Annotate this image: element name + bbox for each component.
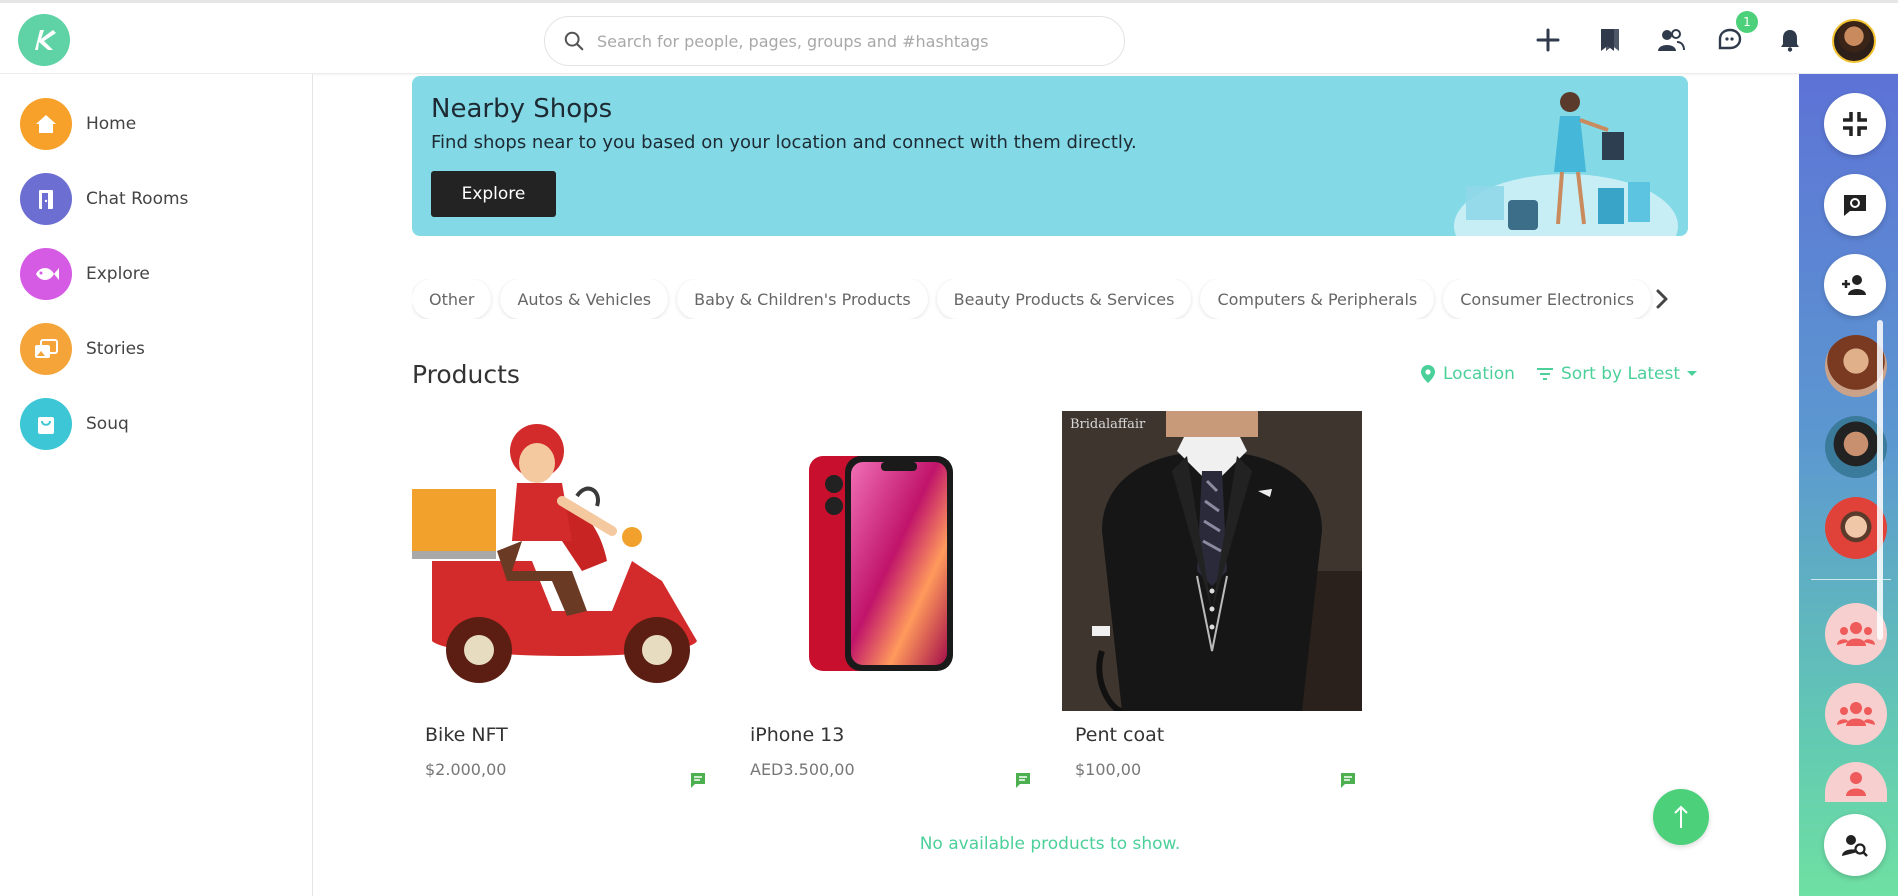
products-title: Products — [412, 360, 520, 389]
product-price: AED3.500,00 — [750, 760, 855, 779]
chat-icon[interactable] — [1014, 771, 1032, 789]
arrow-up-icon — [1674, 805, 1688, 828]
plus-icon — [1536, 28, 1560, 52]
category-pill[interactable]: Baby & Children's Products — [677, 279, 928, 319]
category-pill[interactable]: Autos & Vehicles — [500, 279, 669, 319]
sidebar-item-label: Stories — [86, 339, 145, 359]
scroll-to-top-button[interactable] — [1653, 789, 1709, 845]
search-input[interactable] — [597, 31, 1097, 51]
left-sidebar: Home Chat Rooms Explore Stories Souq — [0, 74, 313, 896]
category-next-button[interactable] — [1649, 286, 1675, 312]
category-pill[interactable]: Beauty Products & Services — [936, 279, 1192, 319]
chat-icon[interactable] — [689, 771, 707, 789]
group-icon — [1837, 702, 1875, 726]
sidebar-item-label: Souq — [86, 414, 129, 434]
sidebar-item-label: Home — [86, 114, 137, 134]
sidebar-item-label: Chat Rooms — [86, 189, 189, 209]
messages-button[interactable]: 1 — [1716, 11, 1758, 55]
empty-products-message: No available products to show. — [919, 834, 1181, 854]
saved-button[interactable] — [1595, 25, 1625, 55]
sidebar-item-stories[interactable]: Stories — [20, 323, 145, 375]
notifications-button[interactable] — [1775, 25, 1805, 55]
rail-scrollbar[interactable] — [1877, 320, 1883, 640]
shopping-illustration — [1454, 92, 1678, 236]
friends-button[interactable] — [1656, 25, 1686, 55]
product-name[interactable]: Bike NFT — [425, 724, 508, 746]
location-label: Location — [1443, 364, 1515, 384]
group-chat-avatar[interactable] — [1825, 762, 1887, 802]
banner-title: Nearby Shops — [431, 94, 613, 124]
chat-settings-icon — [1844, 195, 1866, 216]
collapse-button[interactable] — [1824, 93, 1886, 155]
top-bar: 1 — [0, 0, 1898, 74]
iphone-image[interactable] — [737, 411, 1037, 711]
group-icon — [1846, 772, 1866, 796]
product-price: $100,00 — [1075, 760, 1142, 779]
scooter-delivery-image[interactable] — [412, 411, 712, 711]
image-watermark: Bridalaffair — [1070, 417, 1146, 432]
fish-icon — [20, 248, 72, 300]
sidebar-item-label: Explore — [86, 264, 150, 284]
product-card[interactable]: iPhone 13 AED3.500,00 — [737, 411, 1037, 791]
search-users-button[interactable] — [1824, 814, 1886, 876]
product-name[interactable]: iPhone 13 — [750, 724, 844, 746]
user-search-icon — [1842, 835, 1868, 857]
product-price: $2.000,00 — [425, 760, 507, 779]
chevron-right-icon — [1656, 289, 1668, 309]
door-icon — [20, 173, 72, 225]
product-card[interactable]: Bridalaffair Pent coat $100,00 — [1062, 411, 1362, 791]
sidebar-item-chat-rooms[interactable]: Chat Rooms — [20, 173, 188, 225]
chat-settings-button[interactable] — [1824, 174, 1886, 236]
location-filter[interactable]: Location — [1420, 364, 1515, 384]
suit-image[interactable]: Bridalaffair — [1062, 411, 1362, 711]
sidebar-item-home[interactable]: Home — [20, 98, 136, 150]
search-icon — [564, 31, 584, 51]
product-card[interactable]: Bike NFT $2.000,00 — [412, 411, 712, 791]
bookmark-icon — [1601, 29, 1619, 51]
gallery-icon — [20, 323, 72, 375]
add-user-icon — [1842, 275, 1866, 295]
sort-dropdown[interactable]: Sort by Latest — [1536, 364, 1698, 384]
app-logo[interactable] — [18, 14, 70, 66]
group-icon — [1837, 622, 1875, 646]
right-rail — [1799, 74, 1898, 896]
category-pill[interactable]: Computers & Peripherals — [1200, 279, 1435, 319]
messages-badge: 1 — [1736, 11, 1758, 33]
banner-subtitle: Find shops near to you based on your loc… — [431, 132, 1137, 153]
sidebar-item-explore[interactable]: Explore — [20, 248, 150, 300]
caret-down-icon — [1687, 371, 1698, 376]
product-name[interactable]: Pent coat — [1075, 724, 1164, 746]
chat-icon[interactable] — [1339, 771, 1357, 789]
category-list: Other Autos & Vehicles Baby & Children's… — [412, 279, 1667, 319]
sort-label: Sort by Latest — [1561, 364, 1681, 384]
filter-icon — [1537, 368, 1553, 380]
category-pill[interactable]: Other — [412, 279, 492, 319]
search-bar[interactable] — [544, 16, 1125, 66]
user-avatar[interactable] — [1832, 19, 1876, 63]
sidebar-item-souq[interactable]: Souq — [20, 398, 129, 450]
bell-icon — [1781, 30, 1799, 52]
location-pin-icon — [1421, 365, 1435, 383]
category-pill[interactable]: Consumer Electronics — [1443, 279, 1652, 319]
friends-icon — [1658, 29, 1685, 51]
nearby-shops-banner: Nearby Shops Find shops near to you base… — [412, 76, 1688, 236]
explore-button[interactable]: Explore — [431, 171, 556, 217]
compress-icon — [1843, 112, 1867, 136]
home-icon — [20, 98, 72, 150]
group-chat-avatar[interactable] — [1825, 683, 1887, 745]
bag-icon — [20, 398, 72, 450]
add-friend-button[interactable] — [1824, 254, 1886, 316]
logo-icon — [35, 30, 56, 50]
create-button[interactable] — [1533, 25, 1563, 55]
